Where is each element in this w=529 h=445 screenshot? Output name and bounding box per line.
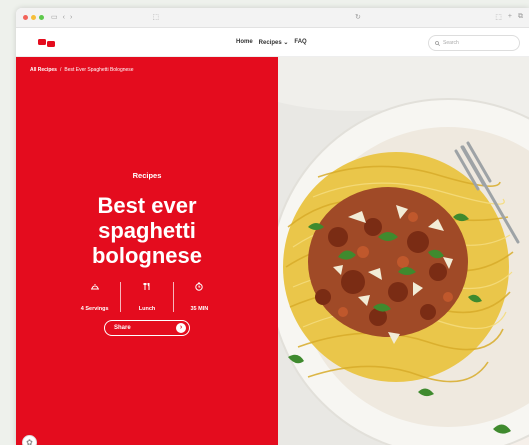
- recipe-hero: All Recipes / Best Ever Spaghetti Bologn…: [16, 57, 278, 445]
- servings-text: 4 Servings: [80, 306, 109, 312]
- meta-meal: Lunch: [121, 282, 174, 312]
- page-title: Best ever spaghetti bolognese: [16, 193, 278, 268]
- servings-icon: [90, 284, 99, 290]
- share-label: Share: [114, 325, 131, 331]
- chevron-down-icon: ⌄: [283, 40, 289, 46]
- tab-overview-icon[interactable]: ⧉: [518, 13, 523, 21]
- share-icon[interactable]: ⬚: [152, 14, 159, 21]
- forward-icon[interactable]: ›: [70, 14, 72, 21]
- accessibility-icon[interactable]: ✿: [22, 435, 37, 445]
- breadcrumb-current: Best Ever Spaghetti Bolognese: [64, 67, 134, 73]
- meta-servings: 4 Servings: [69, 282, 122, 312]
- title-line: bolognese: [91, 243, 202, 268]
- maximize-window-button[interactable]: [39, 15, 44, 20]
- search-placeholder: Search: [443, 40, 459, 46]
- recipe-photo: [278, 57, 529, 445]
- meal-text: Lunch: [138, 306, 156, 312]
- browser-toolbar: ▭ ‹ › ⬚ ↻ ⬚ + ⧉: [16, 8, 529, 28]
- breadcrumb: All Recipes / Best Ever Spaghetti Bologn…: [30, 67, 134, 73]
- new-tab-icon[interactable]: +: [508, 13, 512, 21]
- search-input[interactable]: Search: [428, 35, 520, 51]
- search-icon: [435, 40, 440, 46]
- nav-link-faq[interactable]: FAQ: [294, 39, 306, 46]
- back-icon[interactable]: ‹: [63, 14, 65, 21]
- browser-window: ▭ ‹ › ⬚ ↻ ⬚ + ⧉ Home Recipes ⌄ FAQ Searc…: [16, 8, 529, 445]
- site-header: Home Recipes ⌄ FAQ Search: [16, 29, 529, 57]
- main-nav: Home Recipes ⌄ FAQ: [236, 39, 307, 46]
- sidebar-icon[interactable]: ▭: [51, 14, 58, 21]
- spaghetti-bolognese-image: [278, 57, 529, 445]
- title-line: spaghetti: [98, 218, 196, 243]
- tab-icon[interactable]: ⬚: [495, 13, 502, 21]
- nav-link-home[interactable]: Home: [236, 39, 253, 46]
- timer-icon: [195, 282, 204, 291]
- recipe-meta: 4 Servings Lunch 35 MIN: [69, 282, 225, 312]
- time-text: 35 MIN: [190, 306, 209, 312]
- share-arrow-icon: ›: [176, 323, 186, 333]
- close-window-button[interactable]: [23, 15, 28, 20]
- share-button[interactable]: Share ›: [104, 320, 190, 336]
- meal-icon: [143, 282, 150, 290]
- browser-toolbar-right: ⬚ + ⧉: [495, 13, 523, 21]
- recipe-category: Recipes: [132, 171, 162, 180]
- nav-link-recipes[interactable]: Recipes ⌄: [259, 39, 289, 46]
- minimize-window-button[interactable]: [31, 15, 36, 20]
- nav-link-recipes-label: Recipes: [258, 40, 282, 46]
- breadcrumb-root-link[interactable]: All Recipes: [30, 67, 57, 73]
- meta-time: 35 MIN: [174, 282, 225, 312]
- site-logo[interactable]: [38, 38, 56, 48]
- title-line: Best ever: [97, 193, 197, 218]
- reload-icon[interactable]: ↻: [355, 14, 361, 21]
- breadcrumb-separator: /: [59, 67, 62, 73]
